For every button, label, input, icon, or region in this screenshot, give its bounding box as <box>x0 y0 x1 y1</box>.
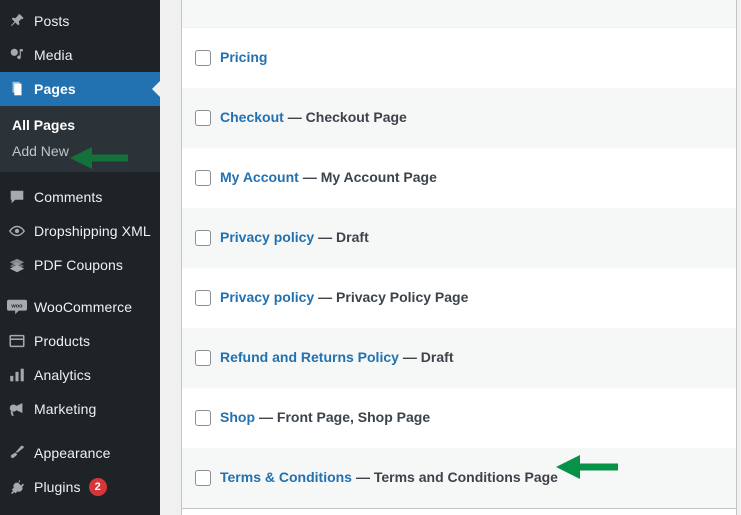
sidebar-item-label: Comments <box>34 189 103 205</box>
plugins-update-badge: 2 <box>88 478 107 496</box>
page-status-suffix: — Draft <box>318 229 369 246</box>
pages-list-table: Pricing Checkout — Checkout Page My Accou… <box>181 0 737 508</box>
table-row[interactable]: Pricing <box>182 28 736 88</box>
sidebar-item-marketing[interactable]: Marketing <box>0 392 160 426</box>
sidebar-item-label: Pages <box>34 81 76 97</box>
megaphone-icon <box>0 400 34 418</box>
sidebar-item-media[interactable]: Media <box>0 38 160 72</box>
content-area: Pricing Checkout — Checkout Page My Accou… <box>181 0 741 515</box>
products-icon <box>0 332 34 350</box>
sidebar-item-posts[interactable]: Posts <box>0 4 160 38</box>
table-row[interactable]: Privacy policy — Privacy Policy Page <box>182 268 736 328</box>
sidebar-item-label: Products <box>34 333 91 349</box>
row-checkbox-cell <box>182 410 220 426</box>
row-checkbox[interactable] <box>195 170 211 186</box>
tickets-icon <box>0 256 34 274</box>
svg-text:woo: woo <box>10 304 23 310</box>
page-link[interactable]: My Account <box>220 169 299 185</box>
row-title-cell: Terms & Conditions — Terms and Conditions… <box>220 468 736 488</box>
sidebar-item-comments[interactable]: Comments <box>0 180 160 214</box>
table-footer <box>181 509 737 515</box>
page-status-suffix: — Draft <box>402 349 454 366</box>
wordpress-admin-screen: Posts Media Pages All Pages Add New Comm… <box>0 0 741 515</box>
row-checkbox[interactable] <box>195 350 211 366</box>
sidebar-item-label: Plugins <box>34 479 81 495</box>
sidebar-item-label: Media <box>34 47 73 63</box>
pushpin-icon <box>0 12 34 30</box>
plug-icon <box>0 478 34 496</box>
row-title-cell: Privacy policy — Draft <box>220 228 736 248</box>
sidebar-item-appearance[interactable]: Appearance <box>0 436 160 470</box>
table-row[interactable]: Terms & Conditions — Terms and Conditions… <box>182 448 736 508</box>
sidebar-item-label: Marketing <box>34 401 97 417</box>
page-status-suffix: — Front Page, Shop Page <box>259 409 431 426</box>
page-link[interactable]: Terms & Conditions <box>220 469 352 485</box>
row-checkbox[interactable] <box>195 110 211 126</box>
row-checkbox-cell <box>182 170 220 186</box>
comments-icon <box>0 188 34 206</box>
submenu-item-label: All Pages <box>12 117 76 133</box>
page-status-suffix: — My Account Page <box>302 169 437 186</box>
submenu-item-label: Add New <box>12 143 69 159</box>
sidebar-item-woocommerce[interactable]: woo WooCommerce <box>0 290 160 324</box>
row-title-cell: Pricing <box>220 48 736 68</box>
row-title-cell: Checkout — Checkout Page <box>220 108 736 128</box>
sidebar-item-dropshipping-xml[interactable]: Dropshipping XML <box>0 214 160 248</box>
pages-icon <box>0 80 34 98</box>
table-row[interactable]: My Account — My Account Page <box>182 148 736 208</box>
row-checkbox-cell <box>182 50 220 66</box>
row-checkbox[interactable] <box>195 50 211 66</box>
submenu-item-add-new[interactable]: Add New <box>0 138 160 164</box>
sidebar-item-pages[interactable]: Pages <box>0 72 160 106</box>
media-icon <box>0 46 34 64</box>
page-status-suffix: — Checkout Page <box>287 109 407 126</box>
sidebar-item-label: Appearance <box>34 445 111 461</box>
row-checkbox-cell <box>182 350 220 366</box>
row-title-cell: Refund and Returns Policy — Draft <box>220 348 736 368</box>
row-checkbox-cell <box>182 110 220 126</box>
row-checkbox[interactable] <box>195 470 211 486</box>
row-title-cell: My Account — My Account Page <box>220 168 736 188</box>
table-row[interactable]: Shop — Front Page, Shop Page <box>182 388 736 448</box>
table-top-strip <box>182 0 736 28</box>
row-checkbox-cell <box>182 290 220 306</box>
page-status-suffix: — Terms and Conditions Page <box>355 469 558 486</box>
page-link[interactable]: Privacy policy <box>220 289 314 305</box>
sidebar-item-label: PDF Coupons <box>34 257 124 273</box>
sidebar-item-label: Analytics <box>34 367 91 383</box>
sidebar-item-analytics[interactable]: Analytics <box>0 358 160 392</box>
content-gutter <box>160 0 181 515</box>
page-link[interactable]: Refund and Returns Policy <box>220 349 399 365</box>
page-link[interactable]: Shop <box>220 409 255 425</box>
page-link[interactable]: Pricing <box>220 49 267 65</box>
page-link[interactable]: Checkout <box>220 109 284 125</box>
row-title-cell: Shop — Front Page, Shop Page <box>220 408 736 428</box>
admin-sidebar: Posts Media Pages All Pages Add New Comm… <box>0 0 160 515</box>
row-checkbox[interactable] <box>195 290 211 306</box>
woo-icon: woo <box>0 298 34 316</box>
analytics-bars-icon <box>0 366 34 384</box>
pages-submenu: All Pages Add New <box>0 106 160 172</box>
sync-eye-icon <box>0 222 34 240</box>
sidebar-item-pdf-coupons[interactable]: PDF Coupons <box>0 248 160 282</box>
table-row[interactable]: Privacy policy — Draft <box>182 208 736 268</box>
sidebar-item-label: WooCommerce <box>34 299 133 315</box>
row-checkbox-cell <box>182 470 220 486</box>
row-checkbox[interactable] <box>195 230 211 246</box>
row-checkbox[interactable] <box>195 410 211 426</box>
page-status-suffix: — Privacy Policy Page <box>318 289 469 306</box>
row-title-cell: Privacy policy — Privacy Policy Page <box>220 288 736 308</box>
row-checkbox-cell <box>182 230 220 246</box>
sidebar-item-label: Dropshipping XML <box>34 223 151 239</box>
sidebar-item-plugins[interactable]: Plugins 2 <box>0 470 160 504</box>
sidebar-item-label: Posts <box>34 13 70 29</box>
sidebar-item-products[interactable]: Products <box>0 324 160 358</box>
paintbrush-icon <box>0 444 34 462</box>
page-link[interactable]: Privacy policy <box>220 229 314 245</box>
table-row[interactable]: Refund and Returns Policy — Draft <box>182 328 736 388</box>
submenu-item-all-pages[interactable]: All Pages <box>0 112 160 138</box>
table-row[interactable]: Checkout — Checkout Page <box>182 88 736 148</box>
